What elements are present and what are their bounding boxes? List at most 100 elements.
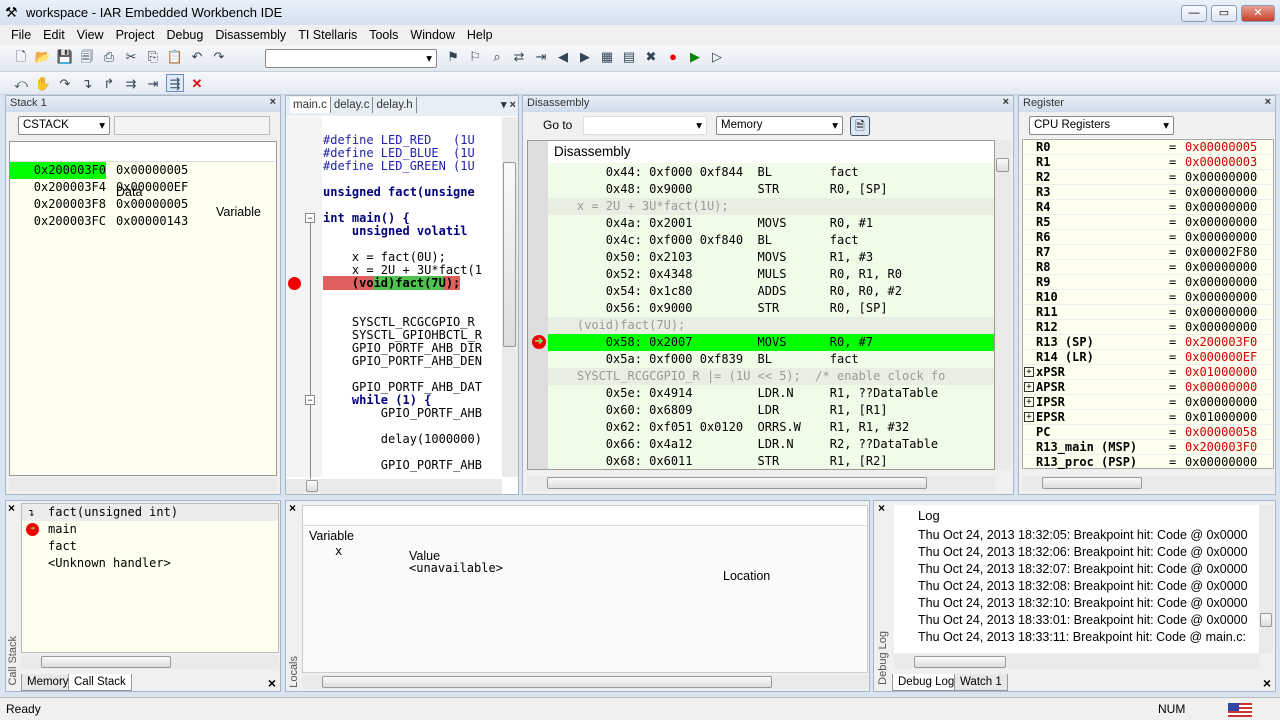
register-value[interactable]: 0x200003F0 <box>1185 440 1257 455</box>
make-icon[interactable]: ▤ <box>620 48 638 66</box>
register-value[interactable]: 0x00000003 <box>1185 155 1257 170</box>
instruction-row[interactable]: 0x52: 0x4348 MULS R0, R1, R0 <box>548 266 994 283</box>
register-value[interactable]: 0x00000000 <box>1185 275 1257 290</box>
instruction-row[interactable]: 0x68: 0x6011 STR R1, [R2] <box>548 453 994 469</box>
register-row[interactable]: PC = 0x00000058 <box>1023 425 1273 440</box>
instruction-row[interactable]: 0x60: 0x6809 LDR R1, [R1] <box>548 402 994 419</box>
register-row[interactable]: R10 = 0x00000000 <box>1023 290 1273 305</box>
close-icon[interactable]: × <box>270 96 276 108</box>
breakpoint-icon[interactable] <box>288 277 301 290</box>
register-value[interactable]: 0x00000000 <box>1185 215 1257 230</box>
register-row[interactable]: R6 = 0x00000000 <box>1023 230 1273 245</box>
instruction-row[interactable]: 0x44: 0xf000 0xf844 BL fact <box>548 164 994 181</box>
register-row[interactable]: R13_main (MSP) = 0x200003F0 <box>1023 440 1273 455</box>
instruction-row[interactable]: 0x50: 0x2103 MOVS R1, #3 <box>548 249 994 266</box>
next-statement-icon[interactable]: ⇉ <box>122 75 140 93</box>
menu-tools[interactable]: Tools <box>363 25 404 46</box>
find-icon[interactable]: ⌕ <box>488 48 506 66</box>
instruction-row[interactable]: 0x48: 0x9000 STR R0, [SP] <box>548 181 994 198</box>
menu-edit[interactable]: Edit <box>37 25 71 46</box>
register-value[interactable]: 0x00000000 <box>1185 455 1257 470</box>
menu-window[interactable]: Window <box>404 25 460 46</box>
source-line[interactable]: x = 2U + 3U*fact(1U); <box>548 198 994 215</box>
next-bookmark-icon[interactable]: ⚐ <box>466 48 484 66</box>
register-row[interactable]: R13_proc (PSP) = 0x00000000 <box>1023 455 1273 470</box>
goto-icon[interactable]: ⇥ <box>532 48 550 66</box>
register-value[interactable]: 0x00000000 <box>1185 305 1257 320</box>
call-stack-frame[interactable]: ↴ fact(unsigned int) <box>22 504 278 521</box>
vertical-scrollbar[interactable] <box>1259 505 1273 653</box>
reset-icon[interactable]: ⤺ <box>12 75 30 93</box>
register-value[interactable]: 0x00000000 <box>1185 185 1257 200</box>
horizontal-scrollbar[interactable] <box>302 675 868 689</box>
step-over-icon[interactable]: ↷ <box>56 75 74 93</box>
run-to-cursor-icon[interactable]: ⇥ <box>144 75 162 93</box>
close-icon[interactable]: × <box>1265 96 1271 108</box>
register-row[interactable]: R3 = 0x00000000 <box>1023 185 1273 200</box>
find-combo[interactable] <box>265 49 437 68</box>
menu-disassembly[interactable]: Disassembly <box>209 25 292 46</box>
step-out-icon[interactable]: ↱ <box>100 75 118 93</box>
save-all-icon[interactable]: 🗐 <box>78 48 96 66</box>
register-row[interactable]: R7 = 0x00002F80 <box>1023 245 1273 260</box>
tab-delay-h[interactable]: delay.h <box>373 97 417 113</box>
menu-ti-stellaris[interactable]: TI Stellaris <box>292 25 363 46</box>
expand-icon[interactable]: + <box>1024 397 1034 407</box>
close-button[interactable]: ✕ <box>1241 5 1275 22</box>
register-value[interactable]: 0x200003F0 <box>1185 335 1257 350</box>
register-row[interactable]: R12 = 0x00000000 <box>1023 320 1273 335</box>
menu-file[interactable]: File <box>5 25 37 46</box>
register-row[interactable]: + EPSR = 0x01000000 <box>1023 410 1273 425</box>
register-row[interactable]: R11 = 0x00000000 <box>1023 305 1273 320</box>
register-value[interactable]: 0x00002F80 <box>1185 245 1257 260</box>
register-row[interactable]: R1 = 0x00000003 <box>1023 155 1273 170</box>
register-row[interactable]: R14 (LR) = 0x000000EF <box>1023 350 1273 365</box>
toggle-bookmark-icon[interactable]: ⚑ <box>444 48 462 66</box>
menu-view[interactable]: View <box>71 25 110 46</box>
register-group-select[interactable]: CPU Registers <box>1029 116 1174 135</box>
source-line[interactable]: (void)fact(7U); <box>548 317 994 334</box>
instruction-row[interactable]: 0x4a: 0x2001 MOVS R0, #1 <box>548 215 994 232</box>
register-value[interactable]: 0x00000000 <box>1185 230 1257 245</box>
instruction-row[interactable]: 0x58: 0x2007 MOVS R0, #7 <box>548 334 994 351</box>
open-icon[interactable]: 📂 <box>34 48 52 66</box>
table-row[interactable]: x <unavailable> <box>303 526 867 575</box>
instruction-row[interactable]: 0x54: 0x1c80 ADDS R0, R0, #2 <box>548 283 994 300</box>
nav-back-icon[interactable]: ◀ <box>554 48 572 66</box>
register-value[interactable]: 0x00000000 <box>1185 395 1257 410</box>
register-row[interactable]: R5 = 0x00000000 <box>1023 215 1273 230</box>
compile-icon[interactable]: ▦ <box>598 48 616 66</box>
horizontal-scrollbar[interactable] <box>894 655 1259 669</box>
table-row[interactable]: 0x200003F4 0x000000EF <box>10 179 276 196</box>
memory-zone-select[interactable]: Memory <box>716 116 843 135</box>
register-row[interactable]: R8 = 0x00000000 <box>1023 260 1273 275</box>
register-value[interactable]: 0x00000000 <box>1185 290 1257 305</box>
close-icon[interactable]: × <box>1003 96 1009 108</box>
instruction-row[interactable]: 0x5e: 0x4914 LDR.N R1, ??DataTable <box>548 385 994 402</box>
paste-icon[interactable]: 📋 <box>166 48 184 66</box>
call-stack-frame[interactable]: ➔ main <box>22 521 278 538</box>
expand-icon[interactable]: + <box>1024 367 1034 377</box>
copy-icon[interactable]: ⎘ <box>144 48 162 66</box>
tab-debug-log[interactable]: Debug Log <box>892 674 961 691</box>
fold-toggle-icon[interactable]: − <box>305 213 315 223</box>
close-icon[interactable]: × <box>268 675 276 691</box>
horizontal-scrollbar[interactable] <box>21 655 279 669</box>
register-value[interactable]: 0x000000EF <box>1185 350 1257 365</box>
close-icon[interactable]: × <box>1263 675 1271 691</box>
instruction-row[interactable]: 0x56: 0x9000 STR R0, [SP] <box>548 300 994 317</box>
close-icon[interactable]: × <box>289 501 296 515</box>
close-icon[interactable]: × <box>878 501 885 515</box>
undo-icon[interactable]: ↶ <box>188 48 206 66</box>
code-editor[interactable]: #define LED_RED (1U #define LED_BLUE (1U #… <box>323 134 500 472</box>
stack-select[interactable]: CSTACK <box>18 116 110 135</box>
toggle-breakpoint-icon[interactable]: ● <box>664 48 682 66</box>
expand-icon[interactable]: + <box>1024 412 1034 422</box>
tab-memory[interactable]: Memory <box>21 674 75 691</box>
stop-build-icon[interactable]: ✖ <box>642 48 660 66</box>
save-icon[interactable]: 💾 <box>56 48 74 66</box>
goto-input[interactable] <box>583 116 707 135</box>
table-row[interactable]: 0x200003FC 0x00000143 <box>10 213 276 230</box>
source-line[interactable]: SYSCTL_RCGCGPIO_R |= (1U << 5); /* enabl… <box>548 368 994 385</box>
register-row[interactable]: R4 = 0x00000000 <box>1023 200 1273 215</box>
